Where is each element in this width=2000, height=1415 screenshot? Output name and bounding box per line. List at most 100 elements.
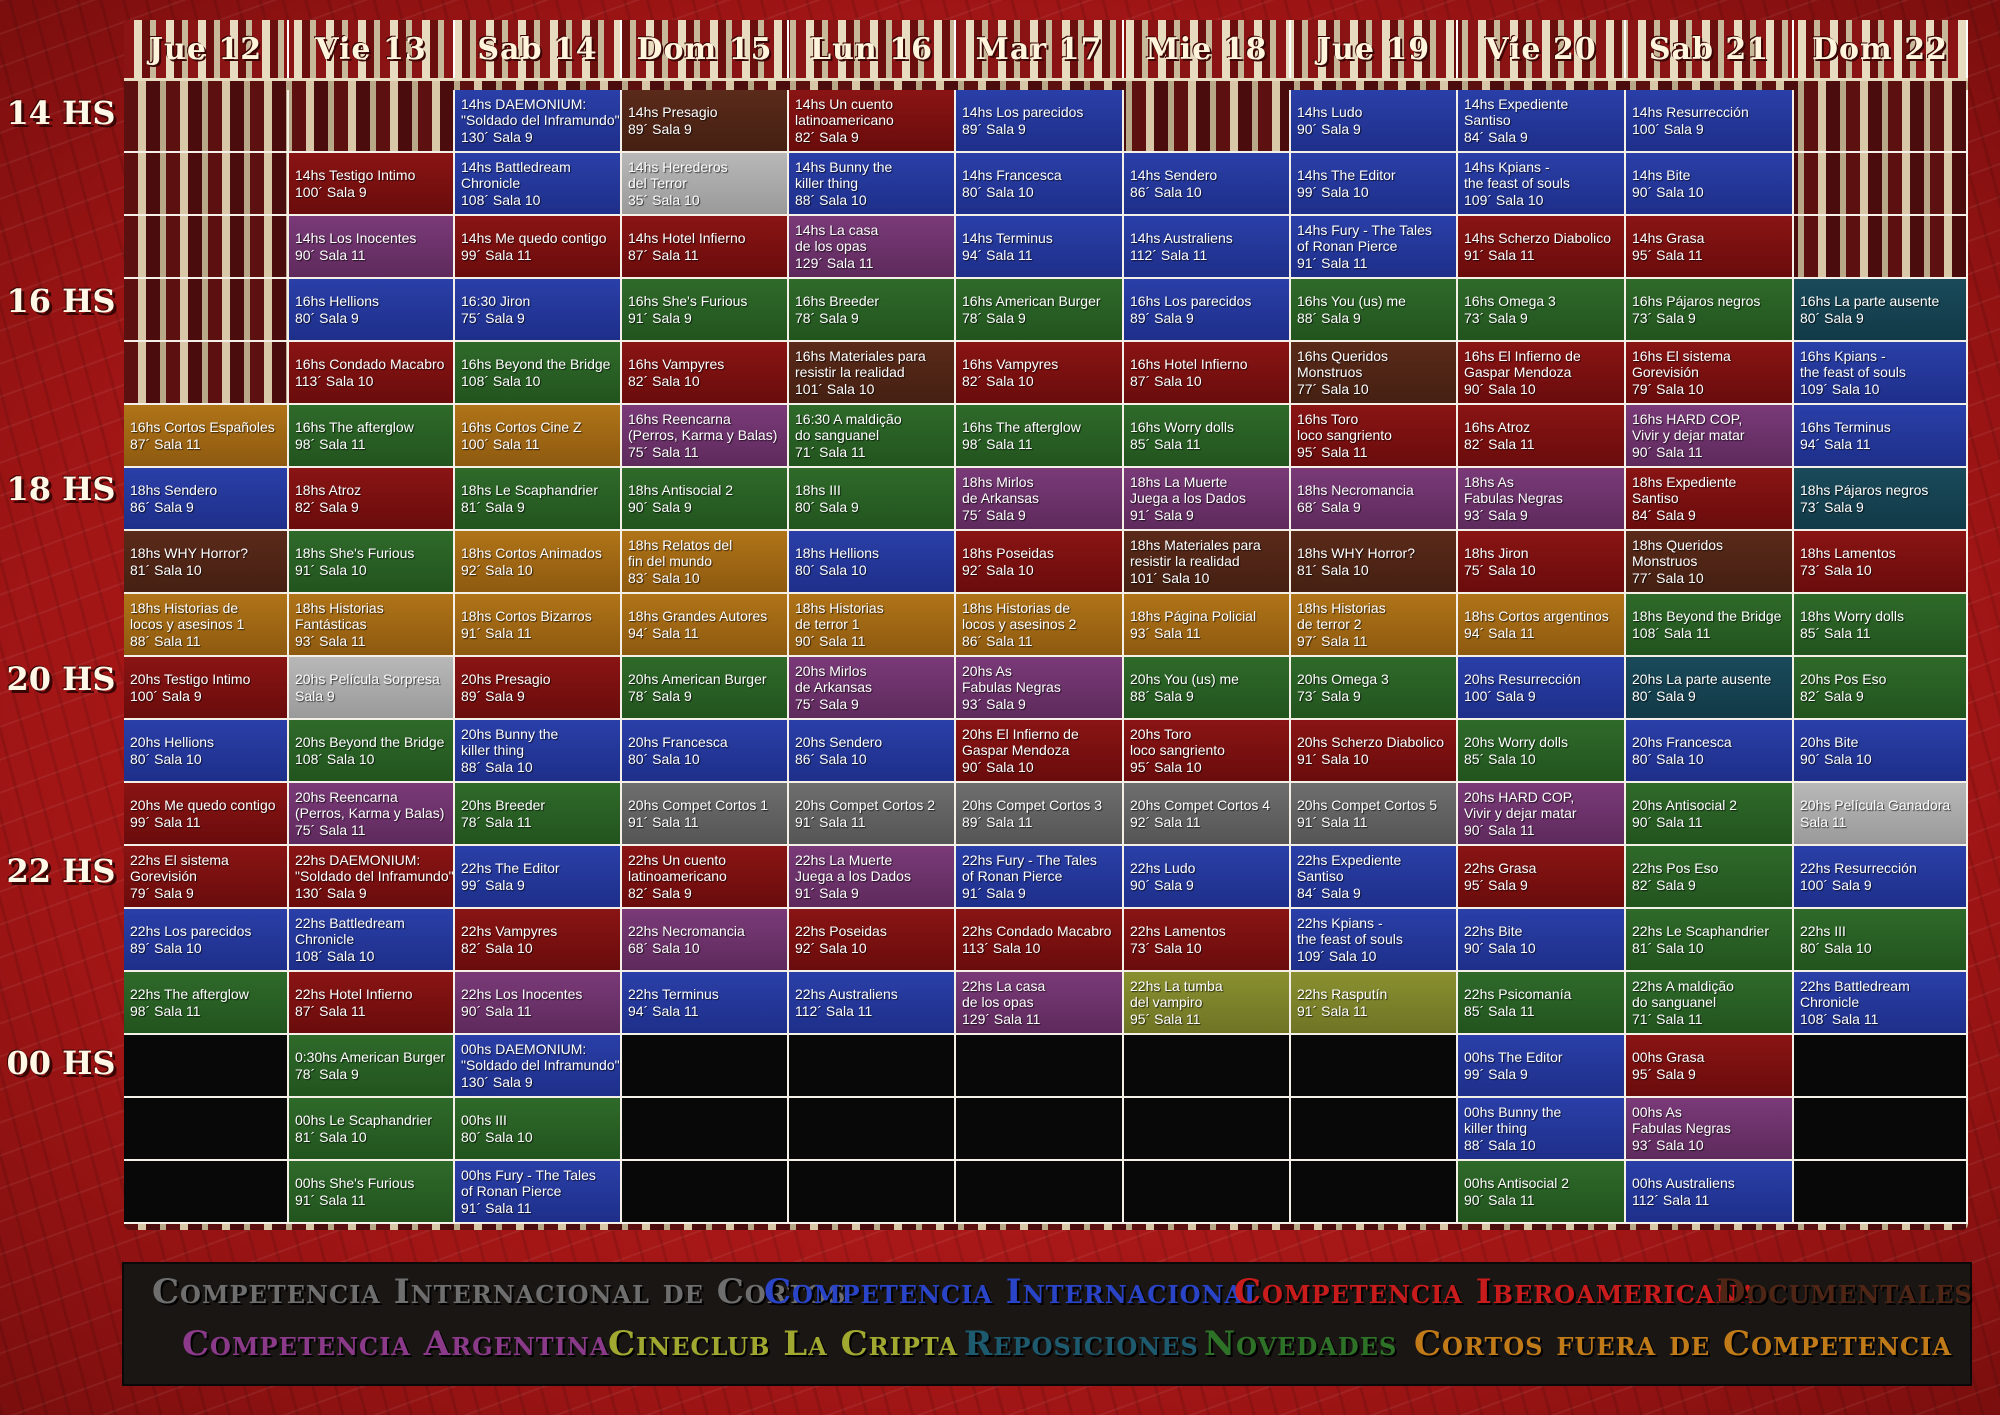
screening-line: 18hs Cortos argentinos <box>1464 608 1609 624</box>
screening-line: of Ronan Pierce <box>1297 238 1398 255</box>
empty-slot <box>789 1161 956 1224</box>
screening-line: 16hs El Infierno de <box>1464 347 1581 364</box>
screening-cell: 16hs Pájaros negros 73´ Sala 9 <box>1626 279 1794 342</box>
screening-line: 82´ Sala 9 <box>295 498 359 515</box>
screening-line: 22hs The afterglow <box>130 986 249 1002</box>
screening-line: 20hs Bite <box>1800 734 1859 750</box>
screening-cell: 18hs Página Policial 93´ Sala 11 <box>1124 594 1291 657</box>
screening-line: 91´ Sala 11 <box>461 624 532 641</box>
screening-line: 14hs Ludo <box>1297 104 1363 120</box>
screening-line: 91´ Sala 9 <box>1130 506 1194 523</box>
screening-cell: 18hs Atroz 82´ Sala 9 <box>289 468 455 531</box>
screening-line: 20hs Mirlos <box>795 662 867 679</box>
screening-line: 20hs You (us) me <box>1130 671 1239 687</box>
screening-cell: 18hs Pájaros negros 73´ Sala 9 <box>1794 468 1968 531</box>
screening-cell: 16hs Cortos Cine Z 100´ Sala 11 <box>455 405 622 468</box>
screening-line: 00hs The Editor <box>1464 1049 1563 1065</box>
legend-item: Competencia Internacional <box>764 1272 1262 1312</box>
screening-cell: 18hs Le Scaphandrier 81´ Sala 9 <box>455 468 622 531</box>
screening-line: 18hs Cortos Animados <box>461 545 602 561</box>
screening-line: the feast of souls <box>1800 364 1906 381</box>
screening-line: 130´ Sala 9 <box>461 128 533 145</box>
empty-slot <box>956 1098 1124 1161</box>
screening-cell: 18hs III 80´ Sala 9 <box>789 468 956 531</box>
screening-line: de los opas <box>962 994 1034 1011</box>
screening-line: 16hs Atroz <box>1464 419 1531 435</box>
screening-line: 91´ Sala 9 <box>795 884 859 901</box>
screening-cell: 18hs Materiales para resistir la realidad… <box>1124 531 1291 594</box>
screening-line: 16hs Cortos Cine Z <box>461 419 582 435</box>
screening-cell: 22hs Condado Macabro 113´ Sala 10 <box>956 909 1124 972</box>
screening-line: 18hs Página Policial <box>1130 608 1257 624</box>
screening-cell: 22hs Terminus 94´ Sala 11 <box>622 972 789 1035</box>
screening-cell: 16hs Hotel Infierno 87´ Sala 10 <box>1124 342 1291 405</box>
screening-line: killer thing <box>1464 1120 1528 1137</box>
screening-line: 85´ Sala 11 <box>1800 624 1871 641</box>
screening-line: 78´ Sala 11 <box>461 813 532 830</box>
screening-line: 18hs As <box>1464 473 1514 490</box>
screening-line: 16hs Queridos <box>1297 347 1389 364</box>
screening-line: (Perros, Karma y Balas) <box>295 805 445 822</box>
screening-line: 00hs Le Scaphandrier <box>295 1112 432 1128</box>
screening-cell: 20hs Beyond the Bridge 108´ Sala 10 <box>289 720 455 783</box>
screening-cell: 18hs Cortos Bizarros 91´ Sala 11 <box>455 594 622 657</box>
screening-line: 90´ Sala 9 <box>1297 120 1361 137</box>
screening-line: 89´ Sala 10 <box>130 939 202 956</box>
day-header: Sab 14 <box>455 20 622 78</box>
screening-line: 14hs Herederos <box>628 158 728 175</box>
screening-line: 20hs Me quedo contigo <box>130 797 276 813</box>
screening-line: 20hs Breeder <box>461 797 546 813</box>
screening-cell: 16hs American Burger 78´ Sala 9 <box>956 279 1124 342</box>
screening-line: del Terror <box>628 175 687 192</box>
screening-line: 79´ Sala 10 <box>1632 380 1704 397</box>
screening-cell: 18hs WHY Horror? 81´ Sala 10 <box>124 531 289 594</box>
screening-cell: 20hs Compet Cortos 4 92´ Sala 11 <box>1124 783 1291 846</box>
screening-cell: 00hs The Editor 99´ Sala 9 <box>1458 1035 1626 1098</box>
screening-line: 91´ Sala 11 <box>628 813 699 830</box>
screening-line: Santiso <box>1632 490 1679 507</box>
screening-line: 20hs Compet Cortos 1 <box>628 797 769 813</box>
screening-line: do sanguanel <box>795 427 880 444</box>
screening-cell: 14hs Scherzo Diabolico 91´ Sala 11 <box>1458 216 1626 279</box>
screening-line: 18hs Mirlos <box>962 473 1034 490</box>
screening-cell: 22hs El sistema Gorevisión 79´ Sala 9 <box>124 846 289 909</box>
screening-line: Vivir y dejar matar <box>1632 427 1745 444</box>
screening-line: 100´ Sala 9 <box>295 183 367 200</box>
screening-cell: 20hs Presagio 89´ Sala 9 <box>455 657 622 720</box>
screening-line: 90´ Sala 10 <box>1632 183 1704 200</box>
screening-cell: 18hs WHY Horror? 81´ Sala 10 <box>1291 531 1458 594</box>
screening-cell: 14hs Battledream Chronicle 108´ Sala 10 <box>455 153 622 216</box>
screening-line: 20hs Compet Cortos 3 <box>962 797 1103 813</box>
screening-line: 22hs Los Inocentes <box>461 986 583 1002</box>
screening-cell: 20hs Pos Eso 82´ Sala 9 <box>1794 657 1968 720</box>
screening-line: 94´ Sala 11 <box>628 624 699 641</box>
screening-line: 18hs Cortos Bizarros <box>461 608 592 624</box>
empty-slot <box>1291 1161 1458 1224</box>
screening-line: 18hs Expediente <box>1632 473 1737 490</box>
screening-line: 75´ Sala 9 <box>795 695 859 712</box>
screening-line: 18hs WHY Horror? <box>130 545 249 561</box>
screening-line: 00hs DAEMONIUM: <box>461 1040 587 1057</box>
hour-label: 00 HS <box>6 1044 116 1082</box>
screening-line: 18hs Hellions <box>795 545 880 561</box>
screening-cell: 00hs DAEMONIUM: "Soldado del Inframundo" 1… <box>455 1035 622 1098</box>
screening-line: 22hs Rasputín <box>1297 986 1388 1002</box>
screening-line: 22hs Terminus <box>628 986 719 1002</box>
screening-line: 20hs American Burger <box>628 671 767 687</box>
screening-line: 16hs Omega 3 <box>1464 293 1556 309</box>
screening-line: 22hs Pos Eso <box>1632 860 1719 876</box>
screening-cell: 18hs As Fabulas Negras 93´ Sala 9 <box>1458 468 1626 531</box>
screening-line: 95´ Sala 11 <box>1297 443 1368 460</box>
screening-line: Fantásticas <box>295 616 367 633</box>
screening-line: 16hs Hotel Infierno <box>1130 356 1248 372</box>
screening-line: 87´ Sala 11 <box>130 435 201 452</box>
screening-cell: 20hs Reencarna (Perros, Karma y Balas) 75´… <box>289 783 455 846</box>
empty-slot <box>1124 1161 1291 1224</box>
legend-item: Reposiciones <box>964 1324 1199 1364</box>
screening-cell: 20hs Worry dolls 85´ Sala 10 <box>1458 720 1626 783</box>
screening-line: 22hs Vampyres <box>461 923 558 939</box>
screening-cell: 20hs Bunny the killer thing 88´ Sala 10 <box>455 720 622 783</box>
screening-cell: 20hs El Infierno de Gaspar Mendoza 90´ Sal… <box>956 720 1124 783</box>
screening-line: Chronicle <box>1800 994 1860 1011</box>
screening-line: 95´ Sala 9 <box>1632 1065 1696 1082</box>
